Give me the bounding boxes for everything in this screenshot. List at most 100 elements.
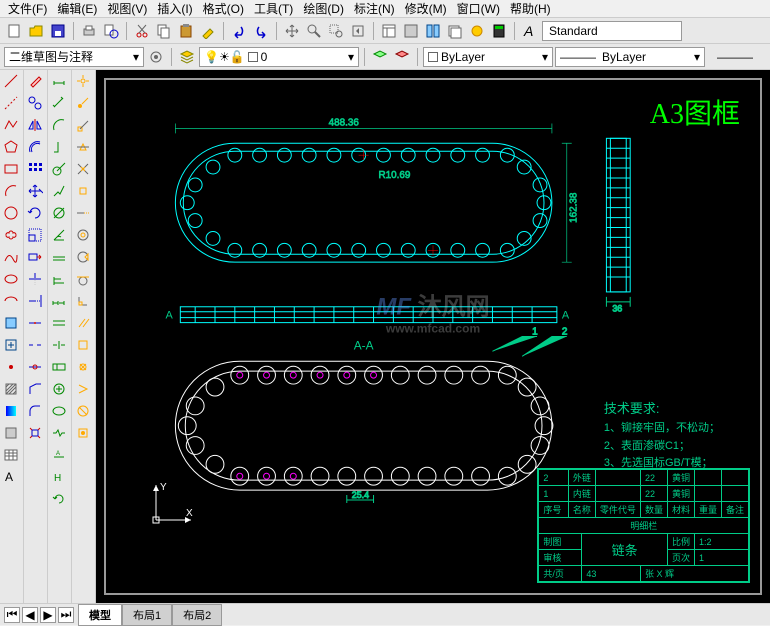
menu-file[interactable]: 文件(F) <box>4 0 51 17</box>
snap-apparent-tool[interactable] <box>72 180 94 202</box>
mtext-tool[interactable]: A <box>0 466 22 488</box>
design-center-button[interactable] <box>401 21 421 41</box>
menu-tools[interactable]: 工具(T) <box>250 0 297 17</box>
dim-space-tool[interactable] <box>48 312 70 334</box>
polygon-tool[interactable] <box>0 136 22 158</box>
redo-button[interactable] <box>251 21 271 41</box>
menu-window[interactable]: 窗口(W) <box>453 0 504 17</box>
scale-tool[interactable] <box>24 224 46 246</box>
dim-edit-tool[interactable]: A <box>48 444 70 466</box>
rotate-tool[interactable] <box>24 202 46 224</box>
menu-format[interactable]: 格式(O) <box>199 0 248 17</box>
print-button[interactable] <box>79 21 99 41</box>
aligned-dim-tool[interactable] <box>48 92 70 114</box>
point-tool[interactable] <box>0 356 22 378</box>
menu-help[interactable]: 帮助(H) <box>506 0 555 17</box>
stretch-tool[interactable] <box>24 246 46 268</box>
snap-intersection-tool[interactable] <box>72 158 94 180</box>
region-tool[interactable] <box>0 422 22 444</box>
layer-dropdown[interactable]: 💡 ☀ 🔓 0 ▾ <box>199 47 359 67</box>
text-style-dropdown[interactable]: Standard <box>542 21 682 41</box>
tab-prev-button[interactable]: ◀ <box>22 607 38 623</box>
snap-insert-tool[interactable] <box>72 334 94 356</box>
tolerance-tool[interactable] <box>48 356 70 378</box>
join-tool[interactable] <box>24 356 46 378</box>
revision-cloud-tool[interactable] <box>0 224 22 246</box>
spline-tool[interactable] <box>0 246 22 268</box>
ellipse-arc-tool[interactable] <box>0 290 22 312</box>
chamfer-tool[interactable] <box>24 378 46 400</box>
jogged-dim-tool[interactable] <box>48 180 70 202</box>
diameter-dim-tool[interactable] <box>48 202 70 224</box>
trim-tool[interactable] <box>24 268 46 290</box>
snap-quadrant-tool[interactable] <box>72 246 94 268</box>
snap-none-tool[interactable] <box>72 400 94 422</box>
polyline-tool[interactable] <box>0 114 22 136</box>
menu-modify[interactable]: 修改(M) <box>401 0 451 17</box>
tab-model[interactable]: 模型 <box>78 604 122 626</box>
drawing-canvas[interactable]: A3图框 <box>96 70 770 603</box>
gradient-tool[interactable] <box>0 400 22 422</box>
fillet-tool[interactable] <box>24 400 46 422</box>
array-tool[interactable] <box>24 158 46 180</box>
dim-update-tool[interactable] <box>48 488 70 510</box>
baseline-dim-tool[interactable] <box>48 268 70 290</box>
angular-dim-tool[interactable] <box>48 224 70 246</box>
make-block-tool[interactable] <box>0 334 22 356</box>
zoom-button[interactable] <box>304 21 324 41</box>
pan-button[interactable] <box>282 21 302 41</box>
center-mark-tool[interactable] <box>48 378 70 400</box>
rectangle-tool[interactable] <box>0 158 22 180</box>
sheet-set-button[interactable] <box>445 21 465 41</box>
cut-button[interactable] <box>132 21 152 41</box>
plot-preview-button[interactable] <box>101 21 121 41</box>
snap-perpendicular-tool[interactable] <box>72 290 94 312</box>
zoom-window-button[interactable] <box>326 21 346 41</box>
mirror-tool[interactable] <box>24 114 46 136</box>
continue-dim-tool[interactable] <box>48 290 70 312</box>
erase-tool[interactable] <box>24 70 46 92</box>
tab-last-button[interactable]: ⏭ <box>58 607 74 623</box>
tab-layout1[interactable]: 布局1 <box>122 604 172 626</box>
line-tool[interactable] <box>0 70 22 92</box>
snap-nearest-tool[interactable] <box>72 378 94 400</box>
break-at-point-tool[interactable] <box>24 312 46 334</box>
menu-draw[interactable]: 绘图(D) <box>299 0 348 17</box>
snap-extension-tool[interactable] <box>72 202 94 224</box>
markup-button[interactable] <box>467 21 487 41</box>
dim-text-edit-tool[interactable]: H <box>48 466 70 488</box>
undo-button[interactable] <box>229 21 249 41</box>
paste-button[interactable] <box>176 21 196 41</box>
menu-insert[interactable]: 插入(I) <box>153 0 196 17</box>
break-tool[interactable] <box>24 334 46 356</box>
snap-node-tool[interactable] <box>72 356 94 378</box>
arc-dim-tool[interactable] <box>48 114 70 136</box>
ordinate-dim-tool[interactable] <box>48 136 70 158</box>
menu-view[interactable]: 视图(V) <box>103 0 151 17</box>
osnap-settings-tool[interactable] <box>72 422 94 444</box>
linear-dim-tool[interactable] <box>48 70 70 92</box>
tool-palettes-button[interactable] <box>423 21 443 41</box>
explode-tool[interactable] <box>24 422 46 444</box>
radius-dim-tool[interactable] <box>48 158 70 180</box>
save-button[interactable] <box>48 21 68 41</box>
snap-parallel-tool[interactable] <box>72 312 94 334</box>
zoom-previous-button[interactable] <box>348 21 368 41</box>
calculator-button[interactable] <box>489 21 509 41</box>
snap-from-tool[interactable] <box>72 92 94 114</box>
construction-line-tool[interactable] <box>0 92 22 114</box>
properties-button[interactable] <box>379 21 399 41</box>
snap-endpoint-tool[interactable] <box>72 114 94 136</box>
tab-layout2[interactable]: 布局2 <box>172 604 222 626</box>
color-dropdown[interactable]: ByLayer ▾ <box>423 47 553 67</box>
tab-next-button[interactable]: ▶ <box>40 607 56 623</box>
hatch-tool[interactable] <box>0 378 22 400</box>
layer-isolate-button[interactable] <box>392 47 412 67</box>
snap-midpoint-tool[interactable] <box>72 136 94 158</box>
insert-block-tool[interactable] <box>0 312 22 334</box>
workspace-settings-button[interactable] <box>146 47 166 67</box>
text-style-button[interactable]: A <box>520 21 540 41</box>
temp-track-tool[interactable] <box>72 70 94 92</box>
menu-dimension[interactable]: 标注(N) <box>350 0 399 17</box>
table-tool[interactable] <box>0 444 22 466</box>
